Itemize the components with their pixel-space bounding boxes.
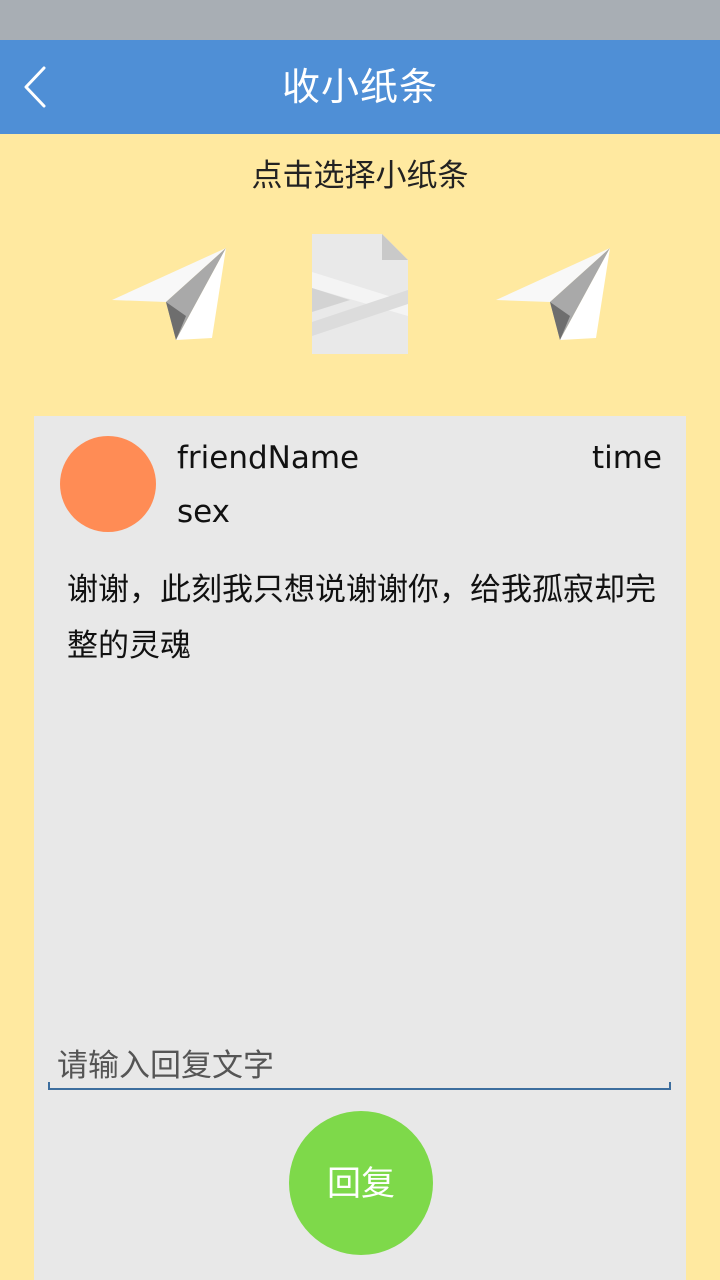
friend-sex: sex — [177, 494, 231, 530]
note-time: time — [591, 440, 662, 476]
note-card: friendName time sex 谢谢，此刻我只想说谢谢你，给我孤寂却完整… — [34, 416, 686, 1280]
chevron-left-icon — [24, 66, 46, 108]
paper-plane-left[interactable] — [108, 244, 232, 344]
paper-plane-icon — [496, 248, 610, 340]
reply-input-underline — [48, 1082, 671, 1090]
reply-input[interactable] — [49, 1044, 669, 1088]
folded-note[interactable] — [310, 232, 410, 356]
status-bar — [0, 0, 720, 40]
page-title: 收小纸条 — [281, 65, 438, 109]
paper-plane-right[interactable] — [492, 244, 616, 344]
folded-paper-icon — [312, 234, 408, 354]
friend-name: friendName — [177, 440, 360, 476]
back-button[interactable] — [14, 60, 68, 114]
note-message: 谢谢，此刻我只想说谢谢你，给我孤寂却完整的灵魂 — [67, 572, 656, 664]
reply-button[interactable]: 回复 — [289, 1111, 433, 1255]
app-bar: 收小纸条 — [0, 40, 720, 134]
avatar[interactable] — [60, 436, 156, 532]
select-note-hint: 点击选择小纸条 — [251, 158, 469, 194]
paper-plane-icon — [112, 248, 226, 340]
